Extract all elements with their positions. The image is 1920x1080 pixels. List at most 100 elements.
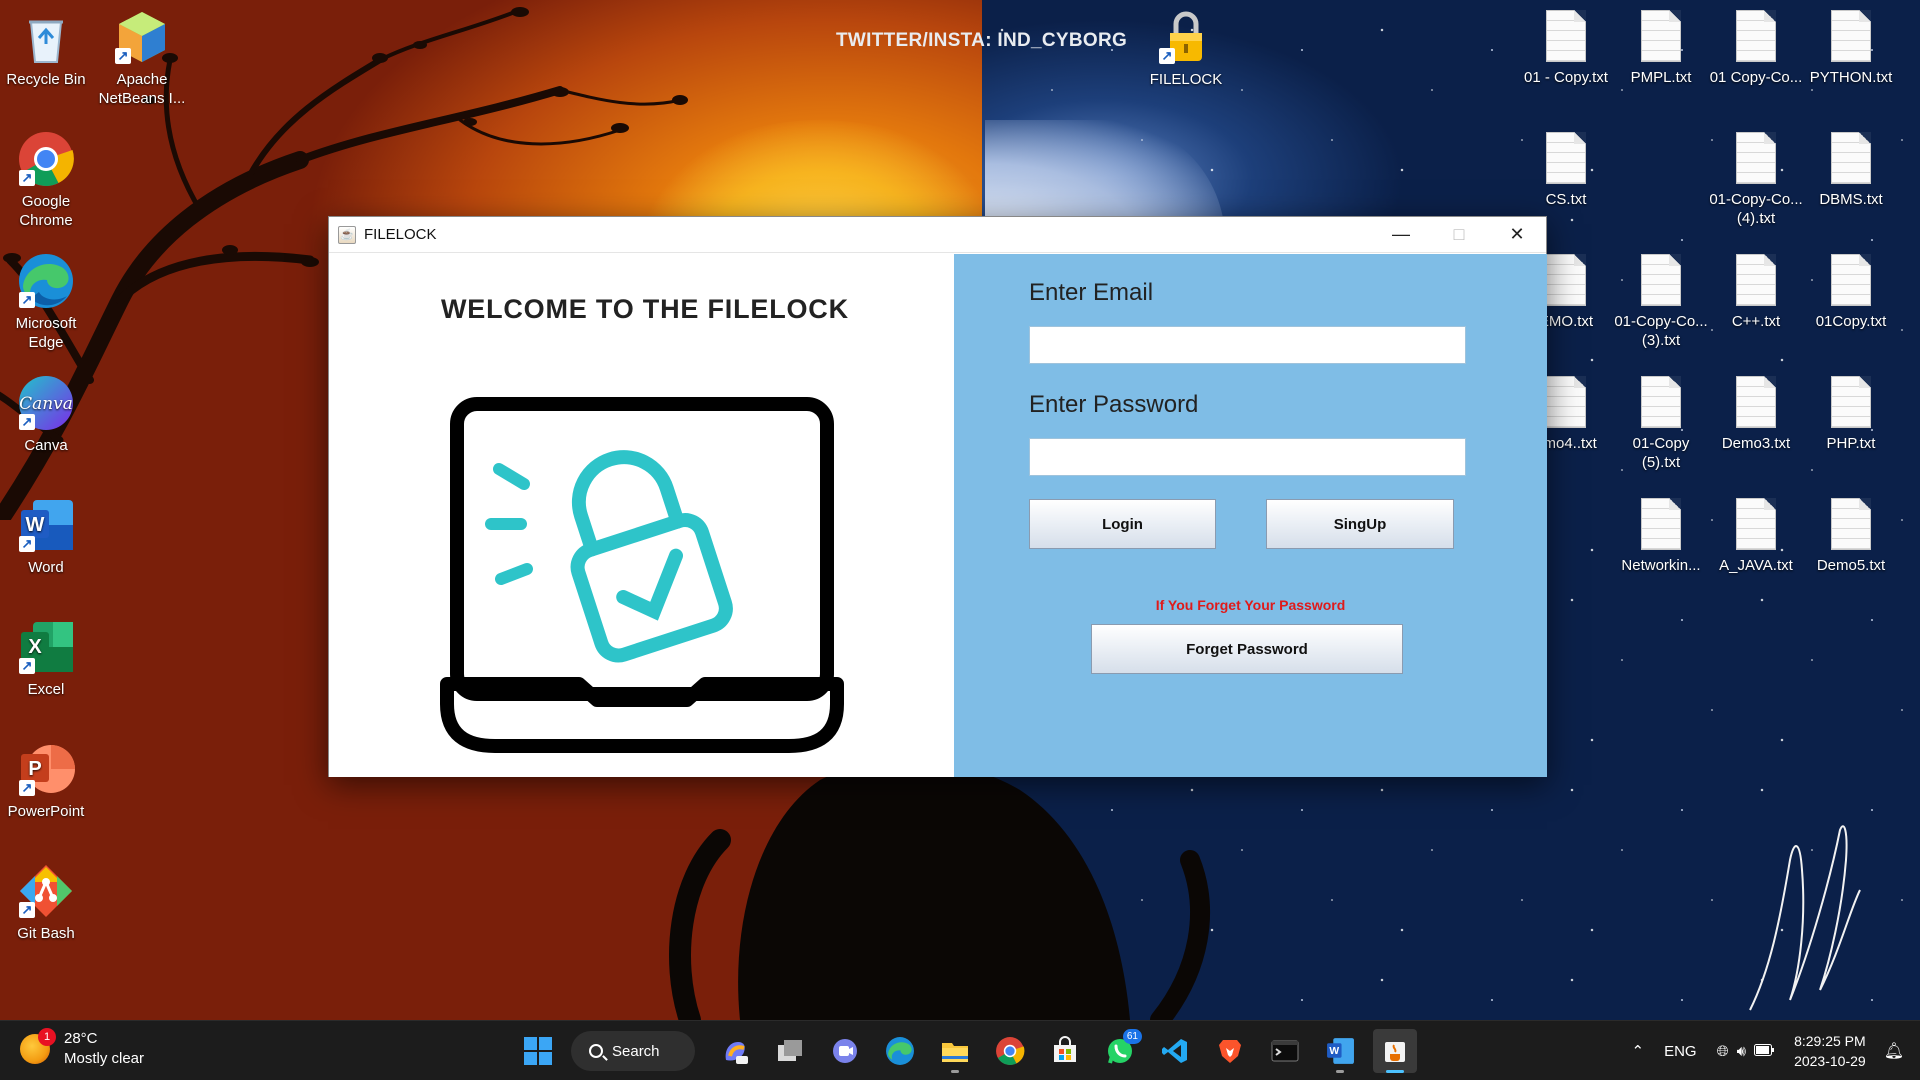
desktop-file[interactable]: Demo3.txt — [1708, 376, 1804, 453]
desktop-icon-label: PowerPoint — [7, 803, 85, 820]
text-file-icon — [1831, 10, 1871, 62]
terminal-icon — [1271, 1040, 1299, 1062]
recycle-bin-icon — [17, 8, 75, 66]
search-icon — [589, 1044, 603, 1058]
canva-icon: Canva ↗ — [17, 374, 75, 432]
taskbar-teams[interactable] — [823, 1029, 867, 1073]
window-title: FILELOCK — [364, 226, 437, 243]
signature-scribble — [1749, 825, 1861, 1011]
text-file-icon — [1546, 132, 1586, 184]
taskbar-vscode[interactable] — [1153, 1029, 1197, 1073]
desktop-icon-filelock[interactable]: ↗ FILELOCK — [1138, 8, 1234, 89]
taskbar-search[interactable]: Search — [571, 1031, 695, 1071]
desktop-file[interactable]: 01-Copy-Co... (3).txt — [1613, 254, 1709, 350]
minimize-button[interactable]: — — [1372, 217, 1430, 253]
text-file-icon — [1736, 376, 1776, 428]
taskbar-word[interactable]: W — [1318, 1029, 1362, 1073]
teams-chat-icon — [833, 1039, 857, 1063]
desktop-file-label: PMPL.txt — [1630, 69, 1692, 86]
text-file-icon — [1641, 254, 1681, 306]
battery-icon[interactable] — [1754, 1043, 1775, 1060]
shortcut-arrow-icon: ↗ — [19, 780, 35, 796]
taskbar-apps: Search 61 W — [516, 1029, 1428, 1073]
weather-temperature: 28°C — [64, 1030, 98, 1047]
desktop-icon-canva[interactable]: Canva ↗ Canva — [0, 374, 94, 455]
taskbar-edge[interactable] — [878, 1029, 922, 1073]
system-tray: ⌃ ENG 🌐︎ 🔊︎ 8:29:25 PM 2023-10-29 🔔︎ — [1632, 1021, 1920, 1080]
desktop-file-label: 01-Copy (5).txt — [1632, 435, 1690, 471]
forgot-password-button[interactable]: Forget Password — [1091, 624, 1403, 674]
taskbar-store[interactable] — [1043, 1029, 1087, 1073]
desktop-file[interactable]: 01 Copy-Co... — [1708, 10, 1804, 87]
start-button[interactable] — [516, 1029, 560, 1073]
taskbar-terminal[interactable] — [1263, 1029, 1307, 1073]
desktop-file[interactable]: PYTHON.txt — [1803, 10, 1899, 87]
network-globe-icon[interactable]: 🌐︎ — [1717, 1043, 1729, 1060]
taskbar-task-view[interactable] — [768, 1029, 812, 1073]
desktop-icon-powerpoint[interactable]: P ↗ PowerPoint — [0, 740, 94, 821]
desktop-file[interactable]: PMPL.txt — [1613, 10, 1709, 87]
welcome-panel: WELCOME TO THE FILELOCK — [329, 254, 954, 777]
desktop-file[interactable]: DBMS.txt — [1803, 132, 1899, 209]
clock[interactable]: 8:29:25 PM 2023-10-29 — [1794, 1031, 1866, 1071]
desktop-file-label: 01-Copy-Co... (3).txt — [1614, 313, 1708, 349]
desktop-file-label: Demo5.txt — [1816, 557, 1886, 574]
maximize-button[interactable]: □ — [1430, 217, 1488, 253]
desktop-icon-edge[interactable]: ↗ Microsoft Edge — [0, 252, 94, 352]
input-language[interactable]: ENG — [1664, 1043, 1697, 1060]
password-field[interactable] — [1029, 438, 1466, 476]
desktop-file[interactable]: Networkin... — [1613, 498, 1709, 575]
text-file-icon — [1736, 132, 1776, 184]
weather-widget[interactable]: 1 28°C Mostly clear — [20, 1028, 144, 1069]
text-file-icon — [1736, 10, 1776, 62]
desktop-file[interactable]: A_JAVA.txt — [1708, 498, 1804, 575]
desktop-icon-word[interactable]: W ↗ Word — [0, 496, 94, 577]
desktop-file[interactable]: C++.txt — [1708, 254, 1804, 331]
forgot-password-note: If You Forget Your Password — [1155, 597, 1346, 613]
taskbar-chrome[interactable] — [988, 1029, 1032, 1073]
close-button[interactable]: ✕ — [1488, 217, 1546, 253]
signup-button[interactable]: SingUp — [1266, 499, 1454, 549]
desktop-icon-recycle-bin[interactable]: Recycle Bin — [0, 8, 94, 89]
volume-icon[interactable]: 🔊︎ — [1737, 1043, 1746, 1060]
svg-text:P: P — [28, 758, 41, 780]
taskbar-java-filelock[interactable] — [1373, 1029, 1417, 1073]
text-file-icon — [1736, 498, 1776, 550]
desktop-file[interactable]: Demo5.txt — [1803, 498, 1899, 575]
taskbar-brave[interactable] — [1208, 1029, 1252, 1073]
svg-text:W: W — [1329, 1046, 1339, 1057]
window-titlebar[interactable]: ☕ FILELOCK — □ ✕ — [329, 217, 1546, 253]
powerpoint-icon: P ↗ — [17, 740, 75, 798]
shortcut-arrow-icon: ↗ — [115, 48, 131, 64]
shortcut-arrow-icon: ↗ — [19, 292, 35, 308]
taskbar-copilot[interactable] — [713, 1029, 757, 1073]
desktop-icon-chrome[interactable]: ↗ Google Chrome — [0, 130, 94, 230]
notification-bell-icon[interactable]: 🔔︎ — [1884, 1041, 1904, 1061]
desktop-file-label: PYTHON.txt — [1809, 69, 1893, 86]
email-field[interactable] — [1029, 326, 1466, 364]
desktop-file[interactable]: PHP.txt — [1803, 376, 1899, 453]
text-file-icon — [1641, 10, 1681, 62]
taskbar-file-explorer[interactable] — [933, 1029, 977, 1073]
desktop-file[interactable]: 01-Copy-Co... (4).txt — [1708, 132, 1804, 228]
desktop-file-label: 01Copy.txt — [1815, 313, 1887, 330]
desktop-file[interactable]: CS.txt — [1518, 132, 1614, 209]
login-button[interactable]: Login — [1029, 499, 1216, 549]
login-panel: Enter Email Enter Password Login SingUp … — [954, 254, 1547, 777]
desktop-icon-excel[interactable]: X ↗ Excel — [0, 618, 94, 699]
word-icon: W — [1327, 1038, 1354, 1064]
taskbar-whatsapp[interactable]: 61 — [1098, 1029, 1142, 1073]
weather-badge: 1 — [38, 1028, 56, 1046]
text-file-icon — [1641, 498, 1681, 550]
show-hidden-icons-chevron-icon[interactable]: ⌃ — [1632, 1042, 1645, 1060]
desktop-icon-git-bash[interactable]: ↗ Git Bash — [0, 862, 94, 943]
desktop-icon-netbeans[interactable]: ↗ Apache NetBeans I... — [94, 8, 190, 108]
text-file-icon — [1546, 376, 1586, 428]
desktop-file-label: 01 Copy-Co... — [1709, 69, 1803, 86]
desktop-file[interactable]: 01-Copy (5).txt — [1613, 376, 1709, 472]
shortcut-arrow-icon: ↗ — [19, 414, 35, 430]
desktop-file[interactable]: 01Copy.txt — [1803, 254, 1899, 331]
text-file-icon — [1736, 254, 1776, 306]
desktop-file[interactable]: 01 - Copy.txt — [1518, 10, 1614, 87]
netbeans-icon: ↗ — [113, 8, 171, 66]
